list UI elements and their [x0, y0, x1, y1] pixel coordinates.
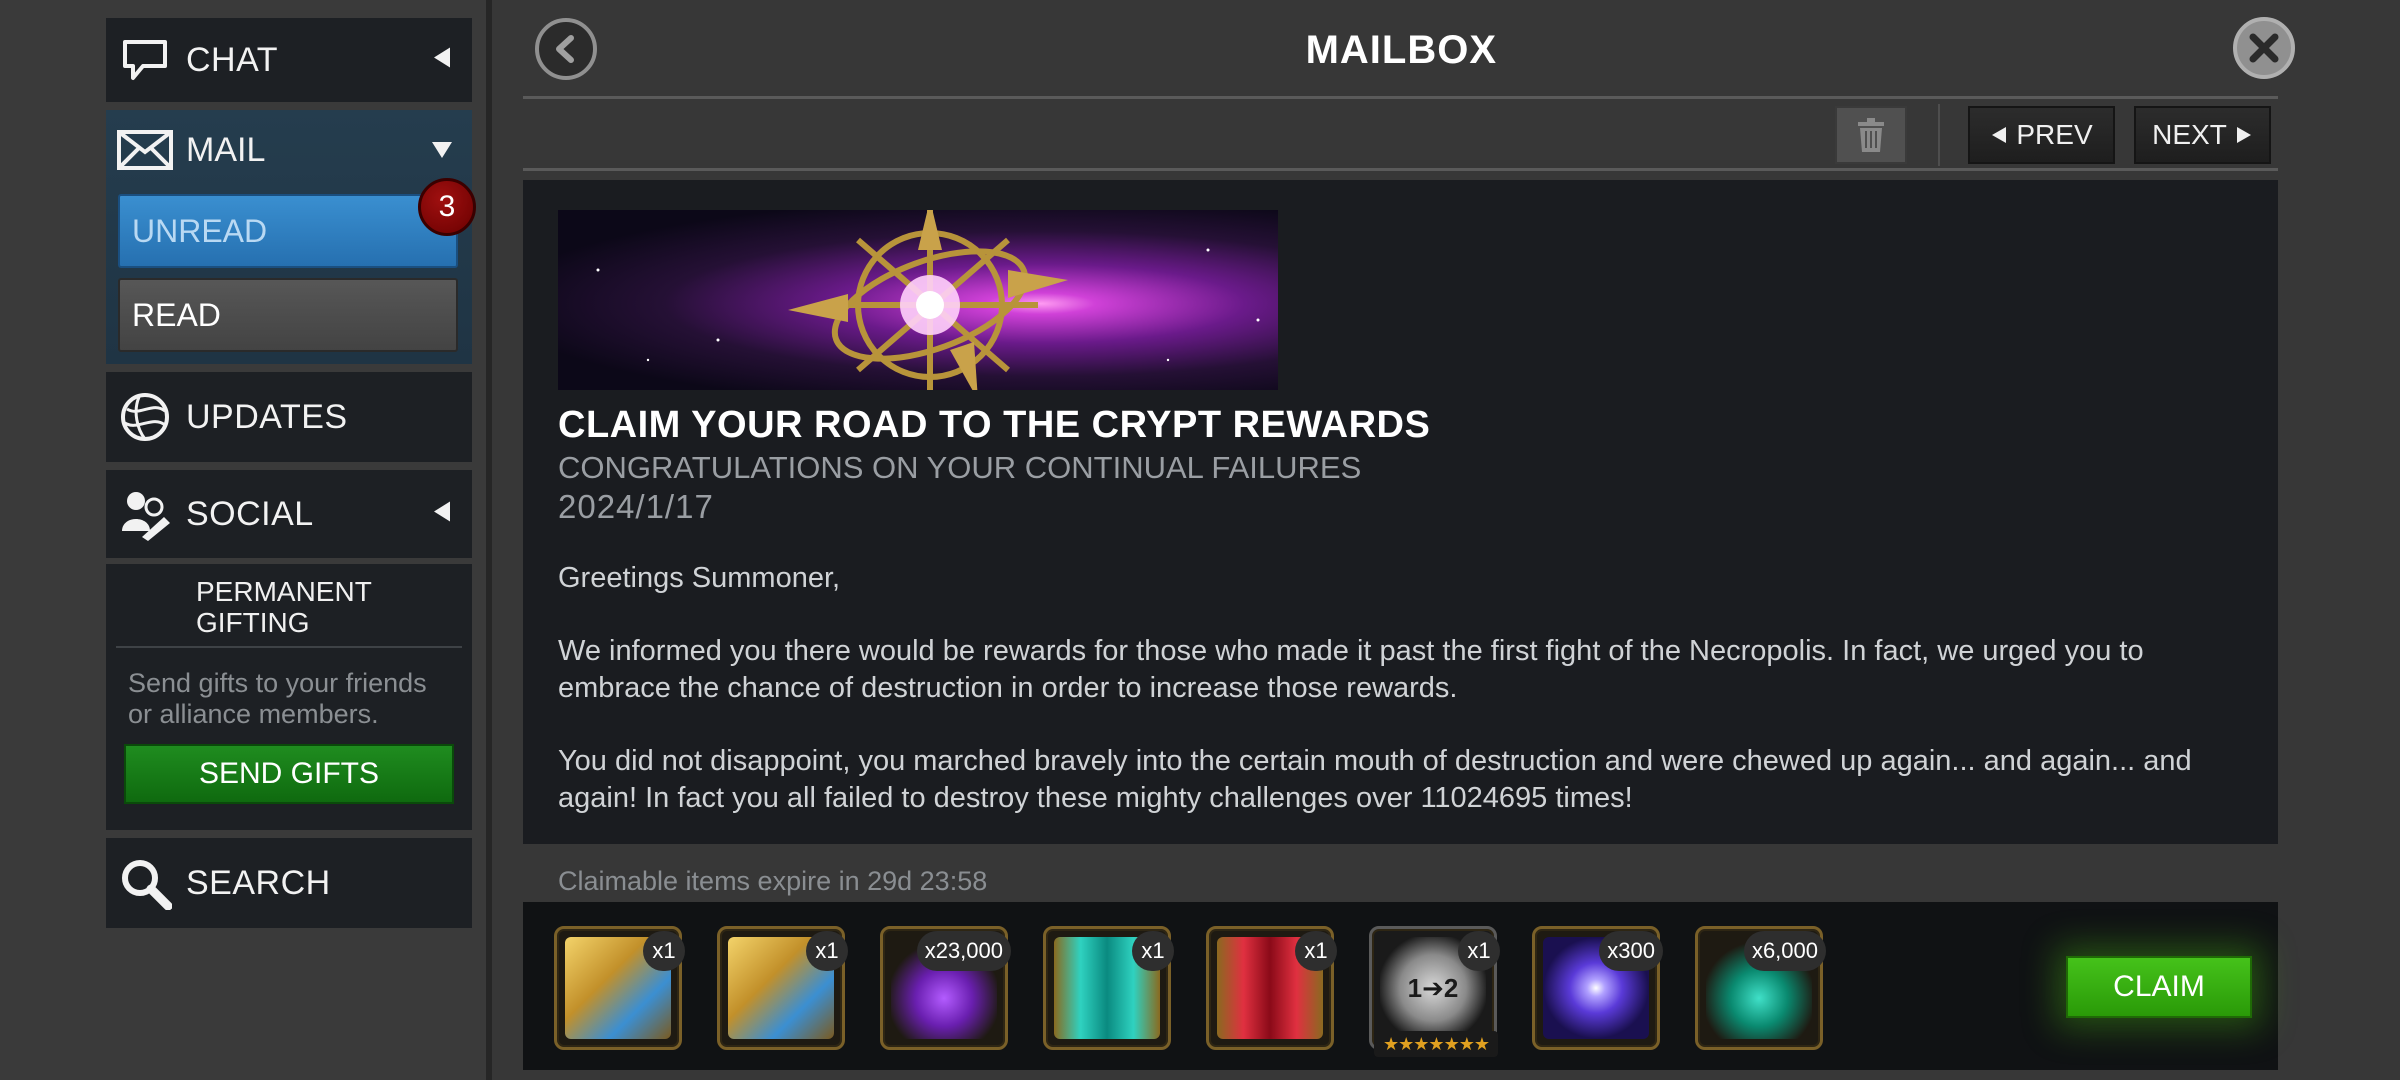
chevron-left-icon — [556, 35, 574, 63]
sidebar-item-label: UPDATES — [186, 397, 348, 436]
reward-quantity: x1 — [1458, 931, 1500, 971]
reward-quantity: x1 — [643, 931, 685, 971]
caret-left-icon — [432, 500, 452, 529]
next-label: NEXT — [2152, 119, 2227, 150]
permanent-gifting-panel: PERMANENT GIFTING Send gifts to your fri… — [106, 564, 472, 830]
page-title: MAILBOX — [1305, 28, 1497, 72]
reward-item[interactable]: 1➔2 x1 ★★★★★★★ — [1369, 926, 1500, 1057]
message-panel: CLAIM YOUR ROAD TO THE CRYPT REWARDS CON… — [523, 180, 2278, 844]
send-gifts-button[interactable]: SEND GIFTS — [124, 744, 454, 804]
read-button[interactable]: READ — [118, 278, 458, 352]
unread-count-badge: 3 — [418, 178, 476, 236]
sidebar-item-mail[interactable]: MAIL — [106, 110, 472, 190]
sidebar-item-chat[interactable]: CHAT — [106, 18, 472, 102]
reward-quantity: x1 — [1295, 931, 1337, 971]
divider — [116, 646, 462, 648]
sidebar-item-label: MAIL — [186, 130, 266, 169]
back-button[interactable] — [535, 18, 597, 80]
prev-label: PREV — [2016, 119, 2093, 150]
unread-button[interactable]: UNREAD — [118, 194, 458, 268]
claim-button[interactable]: CLAIM — [2066, 956, 2252, 1018]
sidebar: CHAT MAIL UNREAD READ 3 UPDATES SOCIAL P… — [0, 0, 490, 1080]
trash-icon — [1858, 118, 1884, 152]
sidebar-divider — [486, 0, 492, 1080]
sidebar-item-social[interactable]: SOCIAL — [106, 470, 472, 558]
envelope-icon — [116, 123, 174, 177]
gifting-description: Send gifts to your friends or alliance m… — [128, 668, 427, 729]
message-date: 2024/1/17 — [558, 488, 714, 525]
event-banner-image — [558, 210, 1278, 390]
header-divider — [523, 96, 2278, 99]
reward-item[interactable]: x1 — [717, 926, 848, 1050]
message-paragraph: We informed you there would be rewards f… — [558, 635, 2144, 704]
caret-left-icon — [432, 46, 452, 75]
toolbar-divider — [523, 168, 2278, 171]
caret-down-icon — [430, 140, 454, 165]
people-icon — [118, 487, 172, 541]
rewards-bar: x1 x1 x23,000 x1 x1 1➔2 x1 ★★★★★★★ x300 … — [523, 902, 2278, 1070]
sidebar-item-label: CHAT — [186, 40, 279, 79]
close-icon — [2249, 33, 2279, 63]
mail-section: MAIL UNREAD READ — [106, 110, 472, 364]
expire-notice: Claimable items expire in 29d 23:58 — [558, 866, 988, 896]
sidebar-item-updates[interactable]: UPDATES — [106, 372, 472, 462]
message-paragraph: You did not disappoint, you marched brav… — [558, 745, 2192, 814]
sidebar-item-label: SEARCH — [186, 863, 331, 902]
close-button[interactable] — [2233, 17, 2295, 79]
reward-quantity: x1 — [1132, 931, 1174, 971]
reward-quantity: x300 — [1599, 931, 1663, 971]
next-button[interactable]: NEXT — [2134, 106, 2271, 164]
star-rating: ★★★★★★★ — [1374, 1031, 1498, 1057]
message-title: CLAIM YOUR ROAD TO THE CRYPT REWARDS — [558, 404, 1431, 446]
gifting-title: PERMANENT GIFTING — [196, 576, 372, 638]
reward-item[interactable]: x1 — [1043, 926, 1174, 1050]
chat-bubble-icon — [118, 33, 172, 87]
reward-item[interactable]: x1 — [1206, 926, 1337, 1050]
reward-item[interactable]: x23,000 — [880, 926, 1011, 1050]
reward-item[interactable]: x6,000 — [1695, 926, 1826, 1050]
delete-button[interactable] — [1835, 106, 1907, 164]
message-paragraph: Greetings Summoner, — [558, 562, 841, 594]
reward-item[interactable]: x300 — [1532, 926, 1663, 1050]
arrow-left-icon — [1992, 127, 2007, 143]
reward-item[interactable]: x1 — [554, 926, 685, 1050]
prev-button[interactable]: PREV — [1968, 106, 2115, 164]
reward-quantity: x23,000 — [916, 931, 1011, 971]
search-icon — [118, 856, 172, 910]
toolbar-separator — [1938, 104, 1940, 166]
globe-icon — [118, 390, 172, 444]
reward-quantity: x6,000 — [1743, 931, 1826, 971]
sidebar-item-search[interactable]: SEARCH — [106, 838, 472, 928]
reward-quantity: x1 — [806, 931, 848, 971]
sidebar-item-label: SOCIAL — [186, 494, 314, 533]
message-subtitle: CONGRATULATIONS ON YOUR CONTINUAL FAILUR… — [558, 450, 1362, 485]
arrow-right-icon — [2236, 127, 2251, 143]
message-body: Greetings Summoner, We informed you ther… — [558, 560, 2248, 853]
